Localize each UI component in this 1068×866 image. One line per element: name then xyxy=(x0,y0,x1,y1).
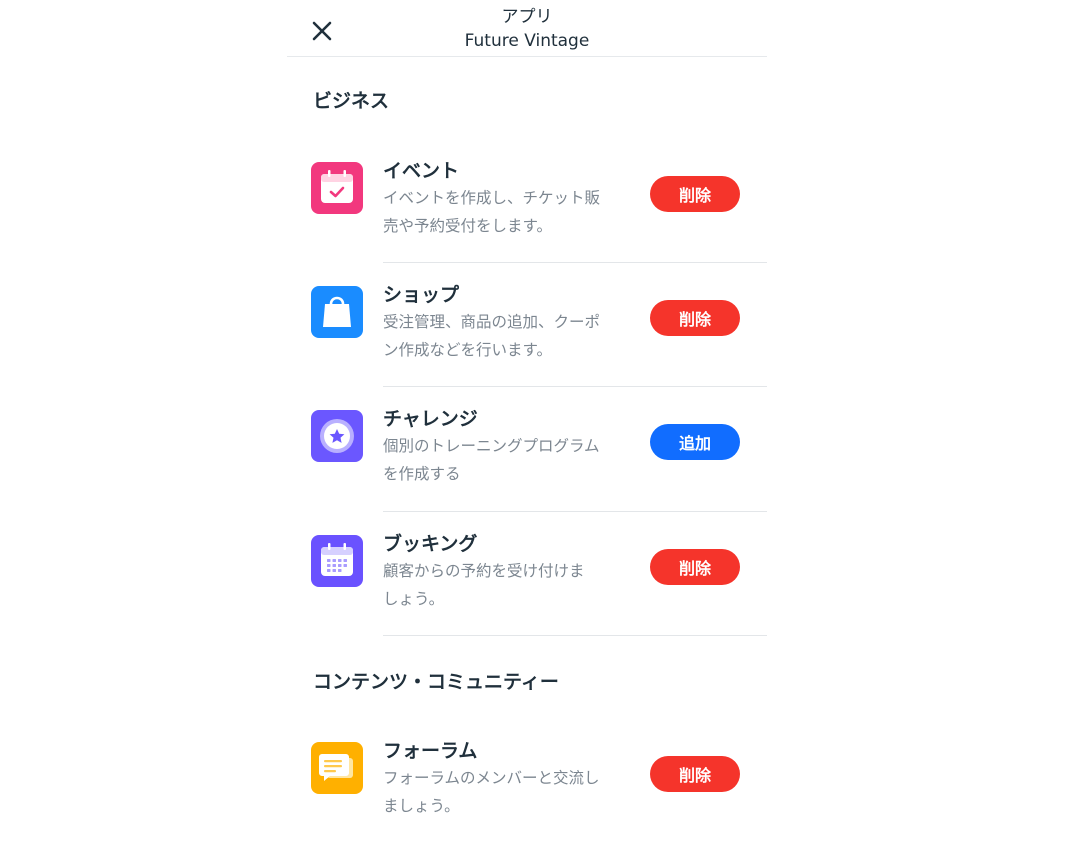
app-description-line: 受注管理、商品の追加、クーポ xyxy=(383,313,601,331)
app-row-shop: ショップ 受注管理、商品の追加、クーポ ン作成などを行います。 削除 xyxy=(287,284,767,410)
add-button[interactable]: 追加 xyxy=(650,424,740,460)
app-description: 顧客からの予約を受け付けま しょう。 xyxy=(383,557,623,613)
calendar-grid-icon xyxy=(311,535,363,587)
remove-button[interactable]: 削除 xyxy=(650,300,740,336)
header-title: アプリ xyxy=(501,7,553,27)
header-divider xyxy=(287,56,767,57)
app-description-line: フォーラムのメンバーと交流し xyxy=(383,769,600,787)
section-title-content-community: コンテンツ・コミュニティー xyxy=(313,671,559,693)
app-row-booking: ブッキング 顧客からの予約を受け付けま しょう。 削除 xyxy=(287,533,767,659)
app-name: フォーラム xyxy=(383,740,478,762)
remove-button[interactable]: 削除 xyxy=(650,549,740,585)
row-divider xyxy=(383,635,767,636)
app-description-line: ン作成などを行います。 xyxy=(383,341,552,359)
app-row-forum: フォーラム フォーラムのメンバーと交流し ましょう。 削除 xyxy=(287,740,767,866)
chat-bubbles-icon xyxy=(311,742,363,794)
app-name: ショップ xyxy=(383,284,460,306)
remove-button[interactable]: 削除 xyxy=(650,176,740,212)
app-description-line: 顧客からの予約を受け付けま xyxy=(383,562,585,580)
row-divider xyxy=(383,386,767,387)
apps-panel: アプリ Future Vintage ビジネス イベント イベントを作成し、チケ… xyxy=(287,0,767,828)
app-row-challenge: チャレンジ 個別のトレーニングプログラム を作成する 追加 xyxy=(287,408,767,534)
calendar-check-icon xyxy=(311,162,363,214)
app-name: チャレンジ xyxy=(383,408,478,430)
app-name: ブッキング xyxy=(383,533,478,555)
header-subtitle: Future Vintage xyxy=(464,31,590,51)
star-badge-icon xyxy=(311,410,363,462)
app-description: 受注管理、商品の追加、クーポ ン作成などを行います。 xyxy=(383,308,623,364)
app-description: 個別のトレーニングプログラム を作成する xyxy=(383,432,623,488)
shopping-bag-icon xyxy=(311,286,363,338)
app-description: フォーラムのメンバーと交流し ましょう。 xyxy=(383,764,623,820)
app-description-line: 売や予約受付をします。 xyxy=(383,217,552,235)
remove-button[interactable]: 削除 xyxy=(650,756,740,792)
app-description: イベントを作成し、チケット販 売や予約受付をします。 xyxy=(383,184,623,240)
app-name: イベント xyxy=(383,160,460,182)
row-divider xyxy=(383,262,767,263)
row-divider xyxy=(383,511,767,512)
app-description-line: しょう。 xyxy=(383,590,445,608)
app-description-line: 個別のトレーニングプログラム xyxy=(383,437,600,455)
section-title-business: ビジネス xyxy=(313,90,390,112)
app-row-events: イベント イベントを作成し、チケット販 売や予約受付をします。 削除 xyxy=(287,160,767,286)
app-description-line: イベントを作成し、チケット販 xyxy=(383,189,601,207)
app-description-line: ましょう。 xyxy=(383,797,460,815)
app-description-line: を作成する xyxy=(383,465,461,483)
